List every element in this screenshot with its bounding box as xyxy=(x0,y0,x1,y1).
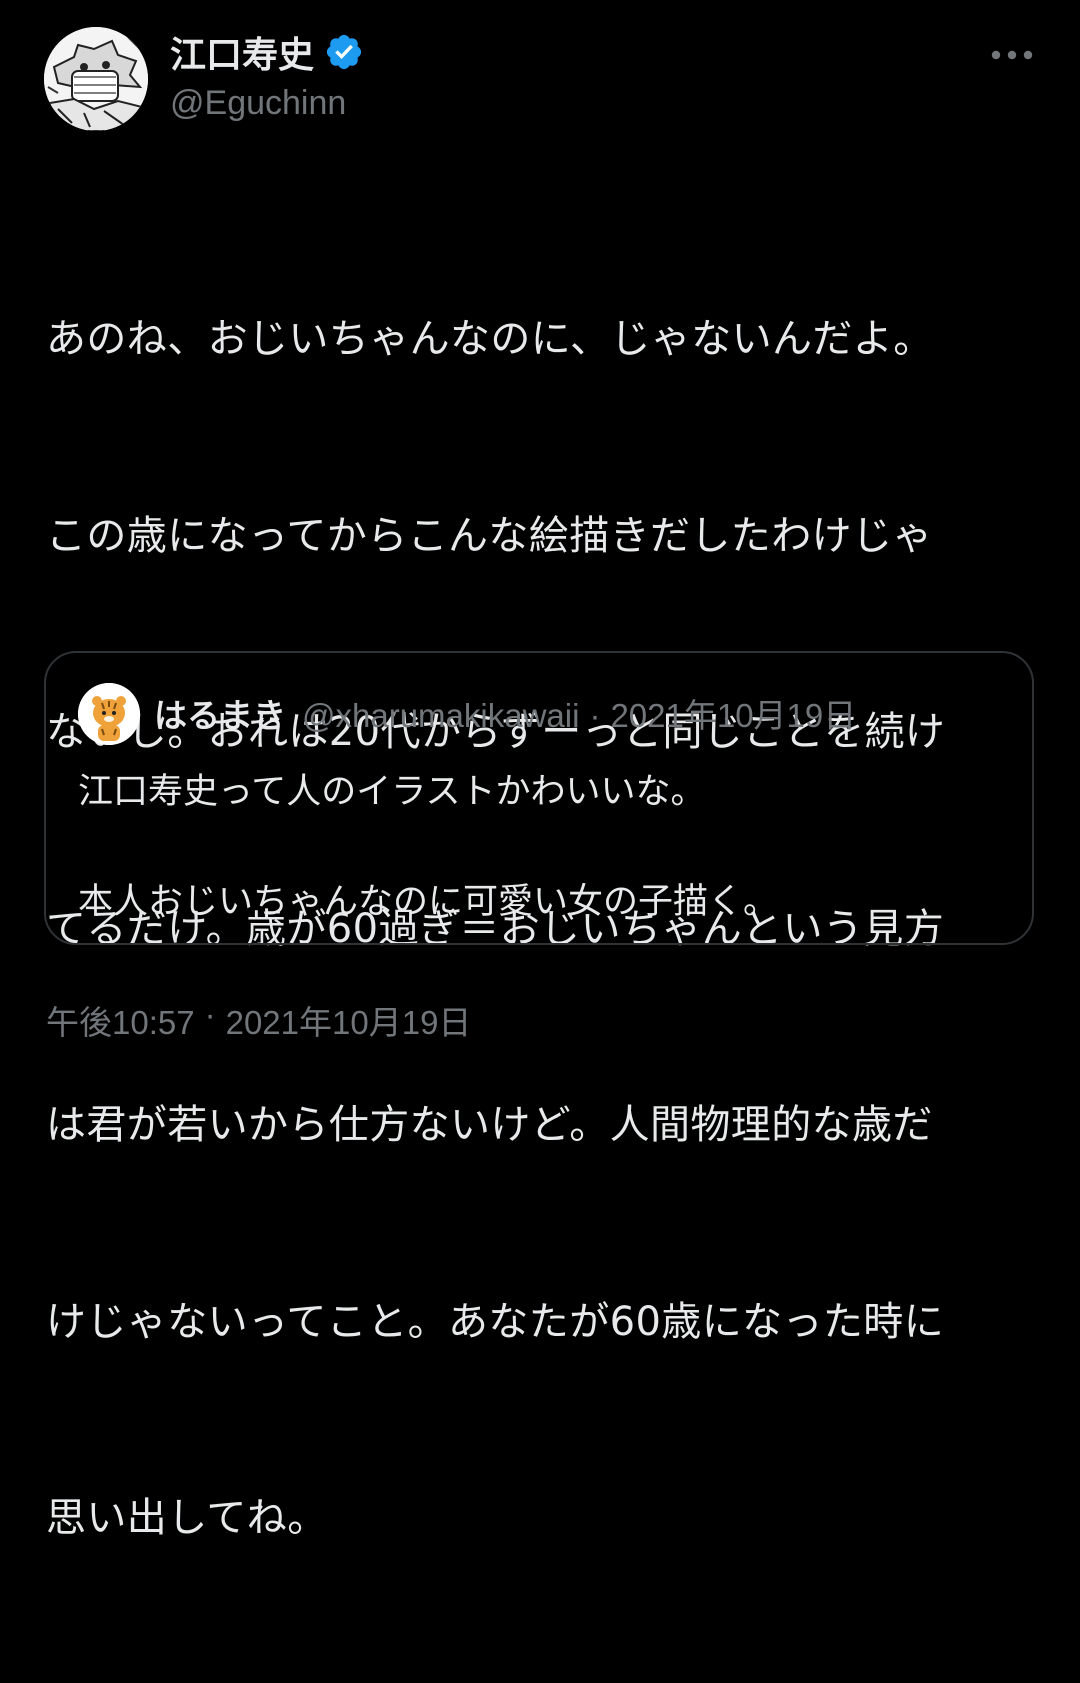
author-avatar[interactable] xyxy=(44,27,148,131)
quoted-tweet-text-line: 本人おじいちゃんなのに可愛い女の子描く。 xyxy=(78,882,779,922)
tweet-text-line: あのね、おじいちゃんなのに、じゃないんだよ。 xyxy=(46,316,934,362)
quoted-tweet-text-line: 江口寿史って人のイラストかわいいな。 xyxy=(78,772,706,812)
tweet-text-line: は君が若いから仕方ないけど。人間物理的な歳だ xyxy=(46,1102,933,1148)
quoted-tweet-header: はるまき @xharumakikawaii · 2021年10月19日 xyxy=(154,689,856,737)
quoted-tweet-date: 2021年10月19日 xyxy=(610,697,857,734)
author-name-row: 江口寿史 xyxy=(170,28,364,76)
manga-illustration-avatar-icon xyxy=(44,27,148,131)
quoted-tweet-card[interactable]: はるまき @xharumakikawaii · 2021年10月19日 江口寿史… xyxy=(44,651,1034,945)
separator-dot: · xyxy=(589,697,601,734)
verified-badge-icon xyxy=(326,34,362,70)
tweet-time: 午後10:57 xyxy=(46,1004,195,1041)
tweet-timestamp[interactable]: 午後10:57 · 2021年10月19日 xyxy=(46,996,471,1044)
author-handle[interactable]: @Eguchinn xyxy=(170,84,346,123)
more-options-button[interactable] xyxy=(988,38,1036,72)
tweet-text-line: 思い出してね。 xyxy=(46,1495,328,1541)
separator-dot: · xyxy=(204,996,216,1033)
more-horizontal-icon xyxy=(991,50,1033,60)
tweet-text-line: この歳になってからこんな絵描きだしたわけじゃ xyxy=(46,512,933,559)
quoted-author-name: はるまき xyxy=(154,696,286,735)
author-display-name[interactable]: 江口寿史 xyxy=(170,26,314,78)
tweet-date: 2021年10月19日 xyxy=(225,1004,472,1041)
quoted-author-avatar[interactable] xyxy=(78,683,140,745)
tiger-avatar-icon xyxy=(78,683,140,745)
quoted-author-handle: @xharumakikawaii xyxy=(302,697,580,734)
tweet: 江口寿史 @Eguchinn あのね、おじいちゃんなのに、じゃないんだよ。 この… xyxy=(0,0,1080,1541)
tweet-text-line: けじゃないってこと。あなたが60歳になった時に xyxy=(46,1298,945,1345)
